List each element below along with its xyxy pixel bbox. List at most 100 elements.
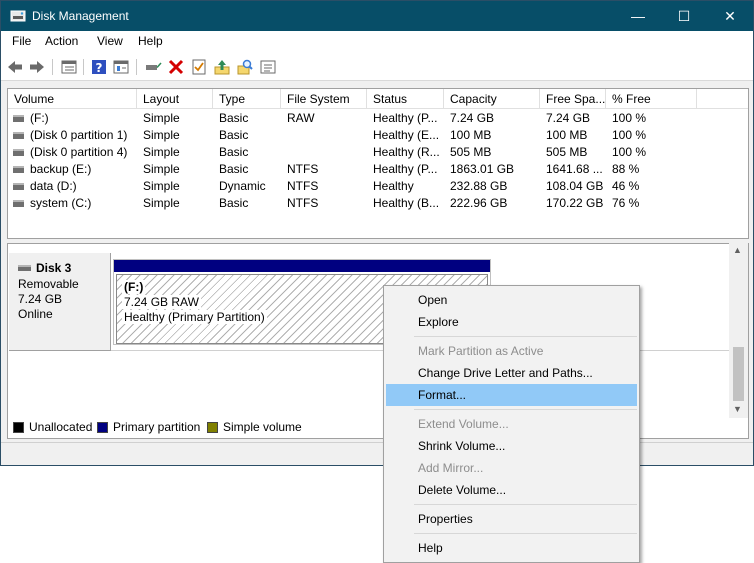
- menu-item-extend-volume: Extend Volume...: [418, 417, 509, 431]
- cell-type: Basic: [219, 196, 249, 210]
- cell-type: Dynamic: [219, 179, 266, 193]
- cell-volume: system (C:): [30, 196, 92, 210]
- cell-free-space: 505 MB: [546, 145, 588, 159]
- scroll-up-icon[interactable]: ▲: [733, 245, 742, 255]
- disk-state: Online: [18, 307, 53, 321]
- toolbar: ?: [1, 53, 753, 81]
- title-bar[interactable]: Disk Management — ☐ ✕: [1, 1, 753, 31]
- minimize-button[interactable]: —: [615, 1, 661, 31]
- properties-icon[interactable]: [112, 58, 130, 76]
- cell-volume: (Disk 0 partition 1): [30, 128, 128, 142]
- column-volume[interactable]: Volume: [8, 89, 137, 109]
- legend-label-simple: Simple volume: [223, 420, 302, 434]
- toolbar-separator: [83, 59, 84, 75]
- table-row[interactable]: (Disk 0 partition 1) Simple Basic Healthy (…: [8, 127, 748, 144]
- menu-help[interactable]: Help: [138, 34, 163, 48]
- checklist-icon[interactable]: [190, 58, 208, 76]
- cell-free-space: 1641.68 ...: [546, 162, 603, 176]
- menu-item-properties[interactable]: Properties: [386, 508, 637, 530]
- delete-icon[interactable]: [167, 58, 185, 76]
- disk-3-label[interactable]: Disk 3 Removable 7.24 GB Online: [9, 253, 111, 351]
- menu-separator: [414, 504, 637, 505]
- cell-layout: Simple: [143, 145, 180, 159]
- search-icon[interactable]: [236, 58, 254, 76]
- menu-item-open[interactable]: Open: [386, 289, 637, 311]
- cell-layout: Simple: [143, 162, 180, 176]
- column-capacity[interactable]: Capacity: [444, 89, 540, 109]
- menu-item-change-drive-letter-and-paths[interactable]: Change Drive Letter and Paths...: [386, 362, 637, 384]
- disk-pane-scrollbar[interactable]: ▲ ▼: [729, 243, 748, 418]
- cell-capacity: 222.96 GB: [450, 196, 508, 210]
- connect-icon[interactable]: [144, 58, 162, 76]
- menu-file[interactable]: File: [12, 34, 31, 48]
- column-status[interactable]: Status: [367, 89, 444, 109]
- menu-item-delete-volume[interactable]: Delete Volume...: [386, 479, 637, 501]
- cell-file-system: NTFS: [287, 196, 319, 210]
- cell-file-system: RAW: [287, 111, 315, 125]
- cell-volume: data (D:): [30, 179, 77, 193]
- partition-size-fs: 7.24 GB RAW: [122, 295, 201, 309]
- cell-status: Healthy (P...: [373, 162, 438, 176]
- menu-item-help[interactable]: Help: [386, 537, 637, 559]
- menu-separator: [414, 533, 637, 534]
- maximize-button[interactable]: ☐: [661, 1, 707, 31]
- column-file-system[interactable]: File System: [281, 89, 367, 109]
- cell-file-system: [287, 127, 367, 144]
- legend-swatch-unallocated: [13, 422, 24, 433]
- scroll-down-icon[interactable]: ▼: [733, 404, 742, 414]
- drive-icon: [13, 166, 24, 173]
- drive-icon: [13, 132, 24, 139]
- menu-item-explore[interactable]: Explore: [386, 311, 637, 333]
- cell-type: Basic: [219, 128, 249, 142]
- table-row[interactable]: (F:) Simple Basic RAW Healthy (P... 7.24 GB 7.…: [8, 110, 748, 127]
- cell-type: Basic: [219, 162, 249, 176]
- disk-name: Disk 3: [36, 261, 72, 275]
- column-percent-free[interactable]: % Free: [606, 89, 697, 109]
- column-free-space[interactable]: Free Spa...: [540, 89, 606, 109]
- forward-arrow-icon[interactable]: [28, 58, 46, 76]
- help-icon[interactable]: ?: [90, 58, 108, 76]
- cell-free-space: 7.24 GB: [546, 111, 591, 125]
- menu-separator: [414, 409, 637, 410]
- volume-list[interactable]: Volume Layout Type File System Status Ca…: [7, 88, 749, 239]
- cell-percent-free: 100 %: [612, 145, 647, 159]
- legend-label-primary: Primary partition: [113, 420, 201, 434]
- table-row[interactable]: system (C:) Simple Basic NTFS Healthy (B... 2…: [8, 195, 748, 212]
- legend-label-unallocated: Unallocated: [29, 420, 93, 434]
- menu-item-shrink-volume[interactable]: Shrink Volume...: [386, 435, 637, 457]
- disk-list-icon[interactable]: [60, 58, 78, 76]
- close-button[interactable]: ✕: [707, 1, 753, 31]
- cell-volume: (F:): [30, 111, 49, 125]
- disk-kind: Removable: [18, 277, 79, 291]
- cell-capacity: 1863.01 GB: [450, 162, 515, 176]
- partition-status: Healthy (Primary Partition): [122, 310, 267, 324]
- cell-percent-free: 46 %: [612, 179, 640, 193]
- table-row[interactable]: data (D:) Simple Dynamic NTFS Healthy 232.88 …: [8, 178, 748, 195]
- drive-icon: [13, 115, 24, 122]
- table-row[interactable]: (Disk 0 partition 4) Simple Basic Healthy (…: [8, 144, 748, 161]
- menu-bar: File Action View Help: [1, 31, 753, 53]
- scrollbar-thumb[interactable]: [733, 347, 744, 401]
- cell-capacity: 505 MB: [450, 145, 492, 159]
- cell-volume: backup (E:): [30, 162, 92, 176]
- svg-text:?: ?: [96, 61, 103, 75]
- column-header: Volume Layout Type File System Status Ca…: [8, 89, 748, 109]
- back-arrow-icon[interactable]: [6, 58, 24, 76]
- disk-management-window: Disk Management — ☐ ✕ File Action View H…: [0, 0, 754, 466]
- menu-action[interactable]: Action: [45, 34, 78, 48]
- cell-free-space: 100 MB: [546, 128, 588, 142]
- context-menu: Open Explore Mark Partition as Active Chang…: [383, 285, 640, 563]
- cell-capacity: 7.24 GB: [450, 111, 495, 125]
- menu-item-format[interactable]: Format...: [386, 384, 637, 406]
- menu-view[interactable]: View: [97, 34, 123, 48]
- cell-free-space: 108.04 GB: [546, 179, 604, 193]
- cell-layout: Simple: [143, 111, 180, 125]
- legend-swatch-simple: [207, 422, 218, 433]
- column-type[interactable]: Type: [213, 89, 281, 109]
- settings-list-icon[interactable]: [259, 58, 277, 76]
- menu-separator: [414, 336, 637, 337]
- table-row[interactable]: backup (E:) Simple Basic NTFS Healthy (P... 1…: [8, 161, 748, 178]
- column-layout[interactable]: Layout: [137, 89, 213, 109]
- upload-icon[interactable]: [213, 58, 231, 76]
- cell-type: Basic: [219, 111, 249, 125]
